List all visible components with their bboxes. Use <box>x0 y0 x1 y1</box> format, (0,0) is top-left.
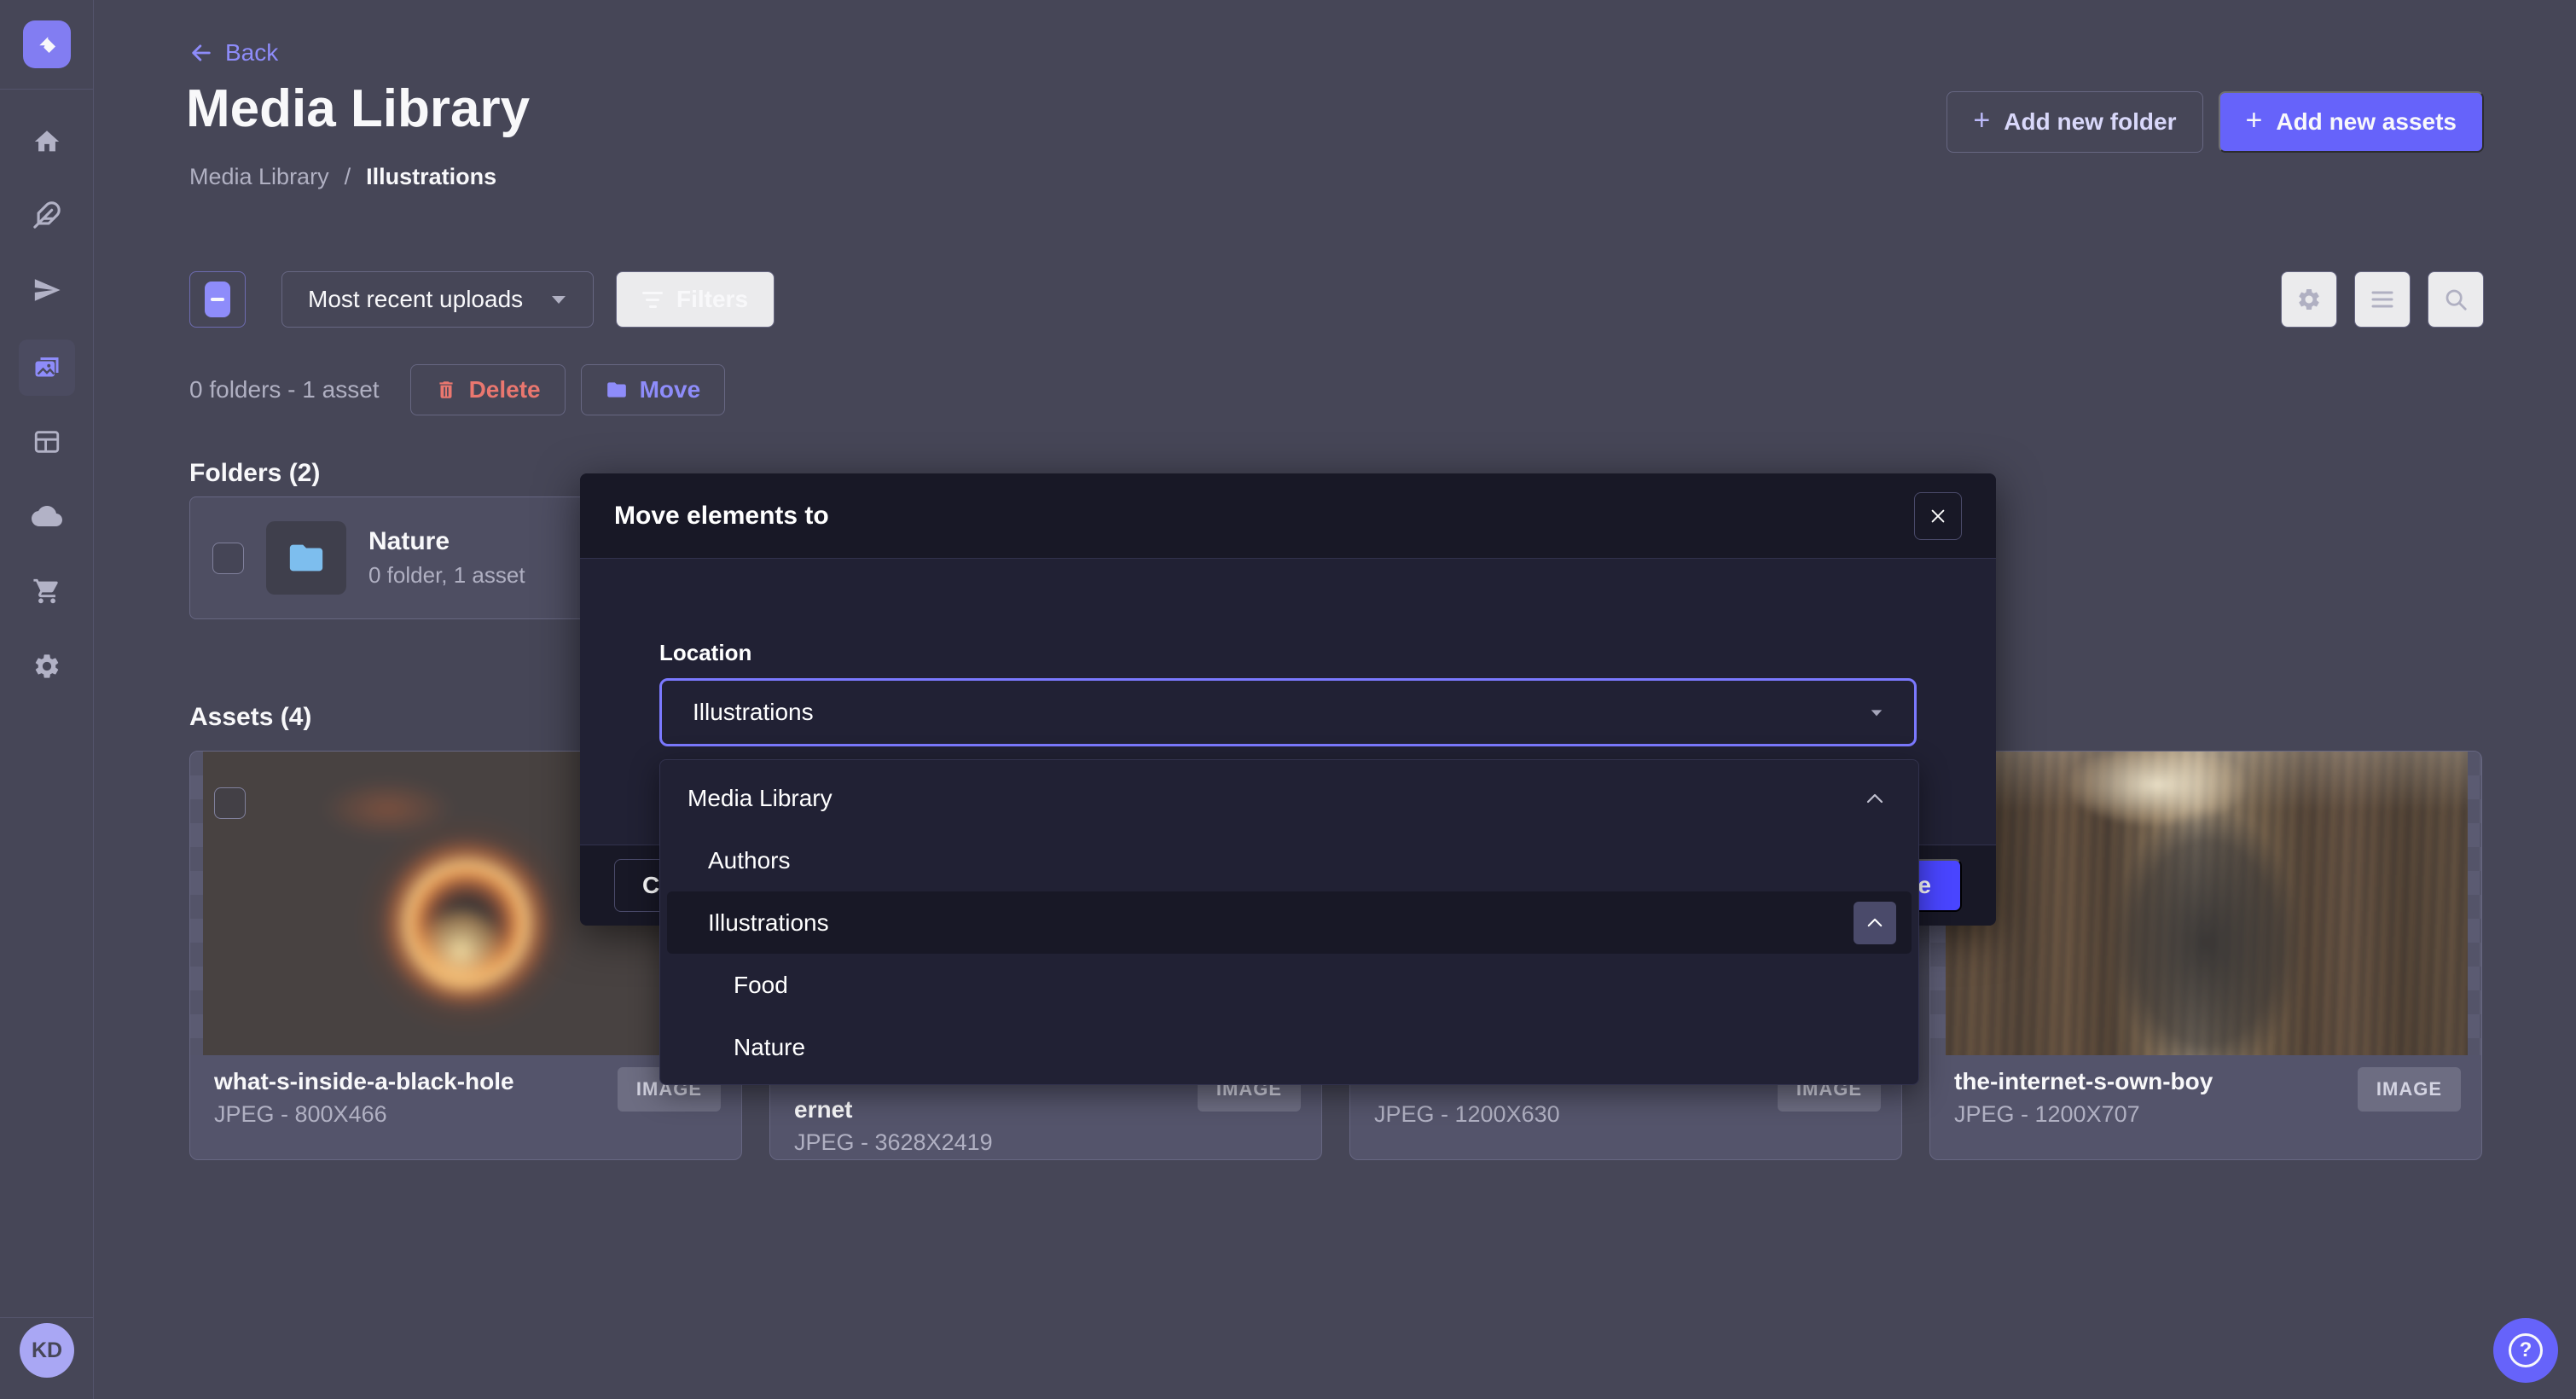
dropdown-option-media-library[interactable]: Media Library <box>660 767 1918 829</box>
dropdown-option-food[interactable]: Food <box>660 954 1918 1016</box>
modal-body: Location Illustrations <box>580 559 1996 746</box>
location-dropdown: Media Library Authors Illustrations Food… <box>659 759 1919 1085</box>
dropdown-option-illustrations[interactable]: Illustrations <box>667 891 1912 954</box>
chevron-up-icon[interactable] <box>1865 792 1884 804</box>
close-icon <box>1929 507 1947 525</box>
chevron-up-icon <box>1866 917 1883 928</box>
modal-title: Move elements to <box>614 502 829 531</box>
location-select[interactable]: Illustrations <box>659 678 1917 746</box>
location-select-value: Illustrations <box>693 699 814 726</box>
option-label: Food <box>734 972 788 999</box>
dropdown-option-authors[interactable]: Authors <box>660 829 1918 891</box>
modal-header: Move elements to <box>580 473 1996 559</box>
chevron-down-icon <box>1870 708 1883 717</box>
dropdown-option-nature[interactable]: Nature <box>660 1016 1918 1078</box>
modal-close-button[interactable] <box>1914 492 1962 540</box>
collapse-children-button[interactable] <box>1854 902 1896 944</box>
option-label: Authors <box>708 847 791 874</box>
option-label: Nature <box>734 1034 805 1061</box>
option-label: Media Library <box>688 785 833 812</box>
location-label: Location <box>659 640 1917 666</box>
option-label: Illustrations <box>708 909 829 937</box>
